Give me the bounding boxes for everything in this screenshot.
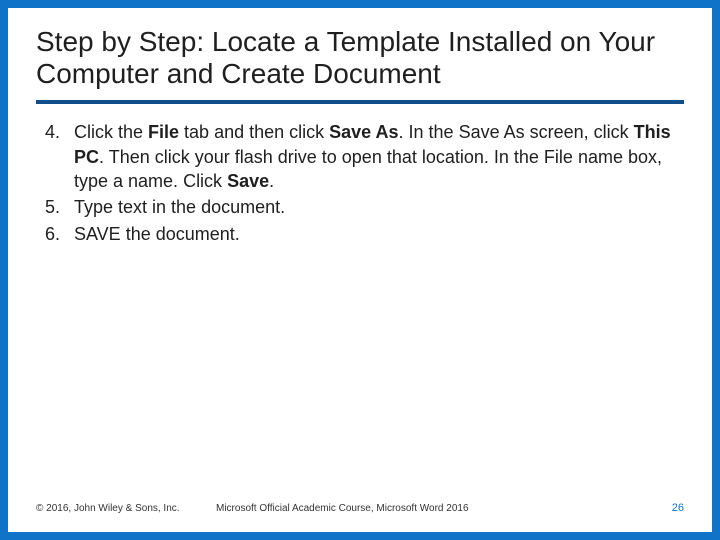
course-text: Microsoft Official Academic Course, Micr… [216,503,672,514]
copyright-text: © 2016, John Wiley & Sons, Inc. [36,503,216,514]
list-item: 6. SAVE the document. [36,222,684,246]
slide-title: Step by Step: Locate a Template Installe… [36,26,684,104]
slide-content: 4. Click the File tab and then click Sav… [36,120,684,496]
slide: Step by Step: Locate a Template Installe… [8,8,712,532]
step-number: 5. [36,195,74,219]
step-number: 4. [36,120,74,193]
step-text: SAVE the document. [74,222,684,246]
list-item: 5. Type text in the document. [36,195,684,219]
slide-footer: © 2016, John Wiley & Sons, Inc. Microsof… [36,496,684,514]
list-item: 4. Click the File tab and then click Sav… [36,120,684,193]
page-number: 26 [672,502,684,514]
step-text: Type text in the document. [74,195,684,219]
step-list: 4. Click the File tab and then click Sav… [36,120,684,245]
step-text: Click the File tab and then click Save A… [74,120,684,193]
step-number: 6. [36,222,74,246]
